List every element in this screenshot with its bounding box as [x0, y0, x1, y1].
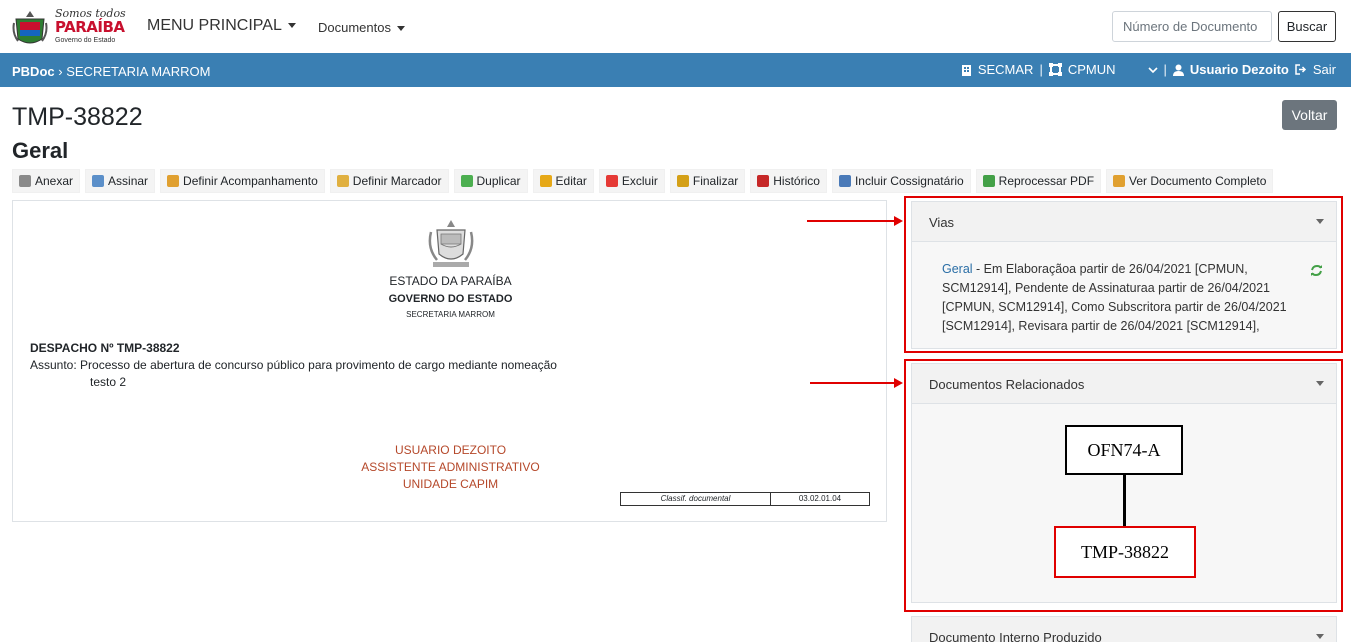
org-label[interactable]: SECMAR: [978, 62, 1034, 77]
toolbar-button-incluir-cossignatario[interactable]: Incluir Cossignatário: [831, 169, 971, 193]
building-icon: [961, 64, 971, 76]
highlight-arrow: [807, 216, 903, 226]
logout-link[interactable]: Sair: [1313, 62, 1336, 77]
menu-principal-label: MENU PRINCIPAL: [147, 17, 282, 34]
toolbar-button-definir-marcador[interactable]: Definir Marcador: [329, 169, 449, 193]
user-icon: [1172, 64, 1184, 76]
highlight-arrow: [810, 378, 903, 388]
breadcrumb-section: SECRETARIA MARROM: [66, 64, 211, 79]
toolbar-button-assinar[interactable]: Assinar: [85, 169, 156, 193]
toolbar-button-historico[interactable]: Histórico: [750, 169, 827, 193]
unit-icon: [1048, 63, 1062, 76]
paperclip-icon: [19, 175, 31, 187]
pencil-icon: [539, 175, 552, 187]
toolbar-button-definir-acompanhamento[interactable]: Definir Acompanhamento: [160, 169, 325, 193]
menu-principal-dropdown[interactable]: MENU PRINCIPAL: [147, 17, 296, 35]
secretaria-name: SECRETARIA MARROM: [406, 310, 495, 319]
government-name: GOVERNO DO ESTADO: [388, 293, 513, 305]
toolbar-button-finalizar[interactable]: Finalizar: [669, 169, 746, 193]
toolbar-button-label: Finalizar: [692, 174, 739, 188]
toolbar-button-editar[interactable]: Editar: [532, 169, 594, 193]
marker-icon: [336, 175, 349, 187]
context-bar: PBDoc › SECRETARIA MARROM SECMAR | CPMUN…: [0, 53, 1351, 87]
highlight-box: [904, 359, 1343, 612]
back-button[interactable]: Voltar: [1282, 100, 1337, 130]
sign-icon: [92, 175, 105, 187]
toolbar-button-duplicar[interactable]: Duplicar: [453, 169, 528, 193]
caret-down-icon: [1316, 634, 1324, 639]
toolbar-button-label: Assinar: [108, 174, 149, 188]
separator: |: [1163, 62, 1167, 77]
brand-link[interactable]: PBDoc: [12, 64, 55, 79]
produced-title: Documento Interno Produzido: [929, 630, 1102, 642]
toolbar-button-label: Anexar: [35, 174, 74, 188]
top-navbar: Somos todos PARAÍBA Governo do Estado ME…: [0, 0, 1351, 53]
document-title: DESPACHO Nº TMP-38822: [30, 341, 180, 355]
highlight-box: [904, 196, 1343, 353]
signer-unit: UNIDADE CAPIM: [402, 477, 499, 491]
logout-icon: [1295, 64, 1306, 75]
classification-value: 03.02.01.04: [798, 494, 842, 503]
toolbar-button-label: Definir Marcador: [352, 174, 442, 188]
logo-government: Governo do Estado: [55, 37, 116, 44]
document-body: testo 2: [90, 375, 127, 389]
toolbar-button-reprocessar-pdf[interactable]: Reprocessar PDF: [975, 169, 1102, 193]
toolbar-button-label: Definir Acompanhamento: [183, 174, 318, 188]
duplicate-icon: [460, 175, 473, 187]
classification-label: Classif. documental: [621, 493, 771, 505]
produced-document-panel: Documento Interno Produzido: [911, 616, 1337, 642]
follow-icon: [167, 175, 180, 187]
chevron-down-icon: [287, 23, 296, 29]
chevron-down-icon: [396, 26, 405, 32]
document-icon: [1113, 175, 1126, 187]
toolbar-button-label: Reprocessar PDF: [998, 174, 1095, 188]
state-crest-icon: [12, 11, 48, 44]
user-context: SECMAR | CPMUN | Usuario Dezoito Sair: [961, 62, 1336, 77]
toolbar-button-label: Ver Documento Completo: [1129, 174, 1267, 188]
user-name[interactable]: Usuario Dezoito: [1190, 62, 1289, 77]
state-name: ESTADO DA PARAÍBA: [389, 274, 512, 288]
document-preview: ESTADO DA PARAÍBA GOVERNO DO ESTADO SECR…: [12, 200, 887, 522]
calendar-icon: [757, 175, 770, 187]
document-subject: Assunto: Processo de abertura de concurs…: [30, 358, 557, 372]
logo-state-name: PARAÍBA: [55, 18, 125, 36]
page-title: TMP-38822: [12, 103, 143, 131]
toolbar-button-label: Excluir: [621, 174, 658, 188]
toolbar-button-excluir[interactable]: Excluir: [598, 169, 665, 193]
toolbar-button-ver-documento-completo[interactable]: Ver Documento Completo: [1106, 169, 1274, 193]
search-button[interactable]: Buscar: [1278, 11, 1336, 42]
lock-icon: [676, 175, 689, 187]
toolbar-button-label: Incluir Cossignatário: [854, 174, 964, 188]
action-toolbar: Anexar Assinar Definir Acompanhamento Defin…: [12, 169, 1274, 193]
produced-header[interactable]: Documento Interno Produzido: [912, 617, 1336, 642]
state-seal-icon: [428, 220, 474, 267]
toolbar-button-label: Editar: [555, 174, 587, 188]
signer-role: ASSISTENTE ADMINISTRATIVO: [361, 460, 540, 474]
delete-icon: [605, 175, 618, 187]
signer-name: USUARIO DEZOITO: [394, 443, 507, 457]
toolbar-button-label: Histórico: [773, 174, 820, 188]
classification-box: Classif. documental 03.02.01.04: [620, 492, 870, 506]
toolbar-button-label: Duplicar: [476, 174, 521, 188]
user-add-icon: [838, 175, 851, 187]
toolbar-button-anexar[interactable]: Anexar: [12, 169, 81, 193]
document-number-input[interactable]: [1112, 11, 1272, 42]
page-subtitle: Geral: [12, 138, 69, 163]
unit-label[interactable]: CPMUN: [1068, 62, 1116, 77]
breadcrumb: PBDoc › SECRETARIA MARROM: [12, 64, 210, 79]
refresh-icon: [982, 175, 995, 187]
breadcrumb-chevron-icon: ›: [58, 64, 63, 79]
separator: |: [1039, 62, 1043, 77]
documentos-label: Documentos: [318, 20, 391, 35]
chevron-down-icon[interactable]: [1147, 66, 1158, 74]
paraiba-logo[interactable]: Somos todos PARAÍBA Governo do Estado: [12, 6, 126, 48]
documentos-dropdown[interactable]: Documentos: [318, 20, 405, 35]
